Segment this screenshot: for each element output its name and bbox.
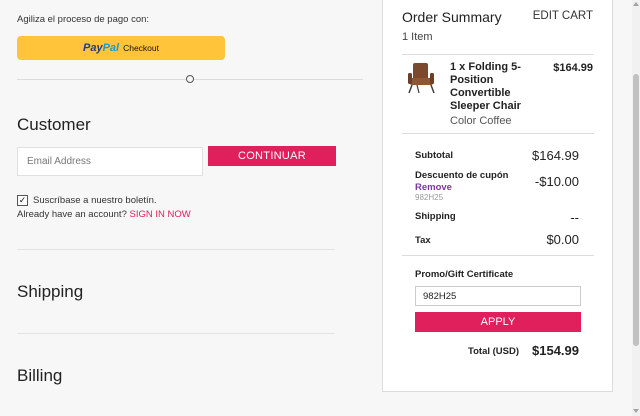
product-image xyxy=(405,61,437,95)
customer-section-title: Customer xyxy=(17,115,91,134)
remove-coupon-link[interactable]: Remove xyxy=(415,182,452,193)
product-name: 1 x Folding 5-Position Convertible Sleep… xyxy=(450,61,521,112)
account-prompt-text: Already have an account? xyxy=(17,209,127,220)
item-count: 1 Item xyxy=(402,31,433,43)
promo-code-input[interactable] xyxy=(415,286,581,306)
account-prompt: Already have an account? SIGN IN NOW xyxy=(17,209,191,220)
total-label: Total (USD) xyxy=(468,346,520,357)
tax-label: Tax xyxy=(415,235,431,246)
section-divider xyxy=(17,333,335,334)
checkmark-icon: ✓ xyxy=(18,195,27,205)
product-price: $164.99 xyxy=(553,62,593,74)
product-option: Color Coffee xyxy=(450,115,512,127)
subtotal-label: Subtotal xyxy=(415,150,453,161)
paypal-checkout-button[interactable]: PayPal Checkout xyxy=(17,36,225,60)
newsletter-checkbox[interactable]: ✓ xyxy=(17,195,28,206)
express-checkout-label: Agiliza el proceso de pago con: xyxy=(17,14,150,25)
total-value: $154.99 xyxy=(532,343,579,358)
scroll-up-arrow-icon[interactable] xyxy=(633,2,639,6)
paypal-checkout-label: Checkout xyxy=(123,43,159,53)
summary-divider xyxy=(402,133,594,134)
summary-divider xyxy=(402,255,594,256)
scrollbar-thumb[interactable] xyxy=(633,74,639,346)
summary-divider xyxy=(402,54,594,55)
billing-section-title[interactable]: Billing xyxy=(17,366,62,386)
separator-circle-icon xyxy=(186,75,194,83)
tax-value: $0.00 xyxy=(546,232,579,247)
shipping-value: -- xyxy=(570,210,579,225)
paypal-logo: PayPal xyxy=(82,42,120,54)
coupon-label: Descuento de cupón xyxy=(415,170,509,181)
email-field[interactable] xyxy=(17,147,203,176)
order-summary-panel: Order Summary EDIT CART 1 Item 1 x Foldi… xyxy=(382,0,613,392)
coupon-code: 982H25 xyxy=(415,193,444,202)
order-summary-title: Order Summary xyxy=(402,9,502,25)
edit-cart-link[interactable]: EDIT CART xyxy=(533,10,593,22)
shipping-section-title[interactable]: Shipping xyxy=(17,282,83,302)
sign-in-link[interactable]: SIGN IN NOW xyxy=(130,209,191,220)
coupon-value: -$10.00 xyxy=(534,174,579,189)
page-scrollbar[interactable] xyxy=(632,0,640,416)
promo-label: Promo/Gift Certificate xyxy=(415,269,514,280)
continue-button[interactable]: CONTINUAR xyxy=(208,146,336,166)
subtotal-value: $164.99 xyxy=(532,148,579,163)
apply-button[interactable]: APPLY xyxy=(415,312,581,332)
newsletter-option[interactable]: ✓ Suscríbase a nuestro boletín. xyxy=(17,195,157,206)
newsletter-label: Suscríbase a nuestro boletín. xyxy=(33,195,157,206)
section-divider xyxy=(17,249,335,250)
scroll-down-arrow-icon[interactable] xyxy=(633,409,639,413)
shipping-label: Shipping xyxy=(415,211,456,222)
